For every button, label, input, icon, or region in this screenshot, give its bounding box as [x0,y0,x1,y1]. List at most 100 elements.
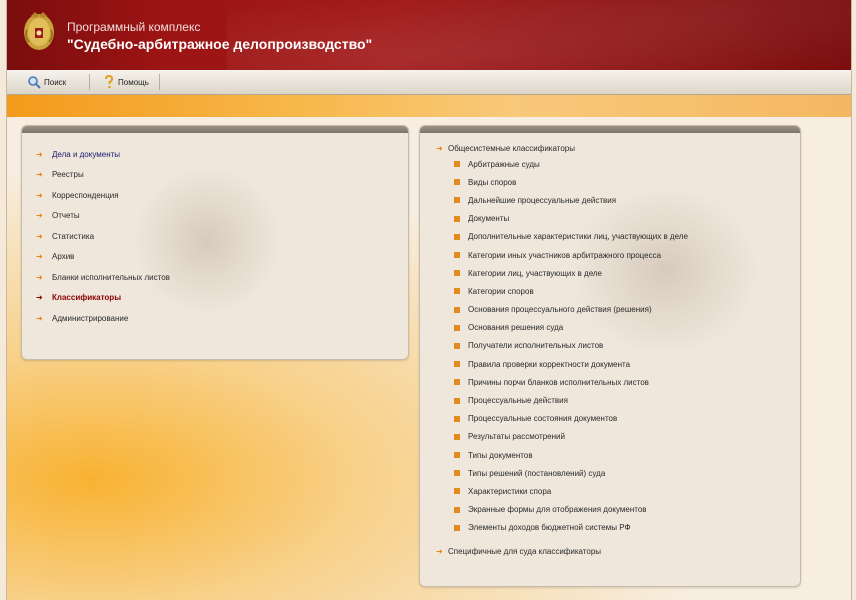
menu-item-label: Реестры [52,170,84,180]
menu-item-label: Корреспонденция [52,190,119,200]
tree-item-label: Документы [468,214,510,224]
tree-item[interactable]: Процессуальные состояния документов [454,410,688,428]
app-header: Программный комплекс "Судебно-арбитражно… [7,0,851,110]
bullet-icon [454,488,460,495]
toolbar-divider [159,74,160,90]
tree-item[interactable]: Категории лиц, участвующих в деле [454,264,688,282]
search-icon [28,76,41,89]
tree-item[interactable]: Документы [454,210,688,228]
menu-item-label: Отчеты [52,211,80,221]
tree-item-label: Дополнительные характеристики лиц, участ… [468,232,688,242]
menu-item-writ-blanks[interactable]: ➜ Бланки исполнительных листов [36,267,170,288]
tree-item[interactable]: Результаты рассмотрений [454,428,688,446]
coat-of-arms-icon [24,12,54,50]
menu-item-reports[interactable]: ➜ Отчеты [36,206,170,227]
arrow-icon: ➜ [36,313,43,323]
orange-banner [7,95,851,117]
help-button[interactable]: Помощь [103,73,149,91]
tree-item-label: Элементы доходов бюджетной системы РФ [468,523,631,533]
bullet-icon [454,506,460,513]
tree-children: Арбитражные суды Виды споров Дальнейшие … [454,155,688,537]
search-label: Поиск [44,77,67,87]
tree-item-label: Причины порчи бланков исполнительных лис… [468,377,649,387]
tree-item-label: Основания решения суда [468,323,564,333]
bullet-icon [454,361,460,368]
tree-node-court-specific-classifiers[interactable]: ➜ Специфичные для суда классификаторы [436,545,688,559]
bullet-icon [454,233,460,240]
tree-item[interactable]: Арбитражные суды [454,155,688,173]
menu-item-label: Статистика [52,231,95,241]
tree-item[interactable]: Процессуальные действия [454,391,688,409]
arrow-icon: ➜ [36,211,43,221]
bullet-icon [454,288,460,295]
bullet-icon [454,452,460,459]
bullet-icon [454,215,460,222]
search-button[interactable]: Поиск [27,73,66,91]
tree-item-label: Типы документов [468,450,533,460]
tree-item[interactable]: Характеристики спора [454,482,688,500]
tree-item[interactable]: Дальнейшие процессуальные действия [454,191,688,209]
menu-item-correspondence[interactable]: ➜ Корреспонденция [36,185,170,206]
tree-item[interactable]: Элементы доходов бюджетной системы РФ [454,519,688,537]
bullet-icon [454,397,460,404]
menu-item-statistics[interactable]: ➜ Статистика [36,226,170,247]
tree-item-label: Правила проверки корректности документа [468,359,631,369]
tree-item[interactable]: Экранные формы для отображения документо… [454,501,688,519]
bullet-icon [454,306,460,313]
bullet-icon [454,415,460,422]
bullet-icon [454,270,460,277]
menu-item-label: Классификаторы [52,293,122,303]
menu-item-classifiers[interactable]: ➜ Классификаторы [36,288,170,309]
tree-item-label: Категории споров [468,286,534,296]
tree-item[interactable]: Причины порчи бланков исполнительных лис… [454,373,688,391]
tree-item[interactable]: Основания решения суда [454,319,688,337]
arrow-icon: ➜ [36,149,43,159]
tree-item[interactable]: Основания процессуального действия (реше… [454,301,688,319]
arrow-icon: ➜ [36,190,43,200]
bullet-icon [454,470,460,477]
tree-item-label: Результаты рассмотрений [468,432,565,442]
menu-item-cases-documents[interactable]: ➜ Дела и документы [36,144,170,165]
tree-item-label: Основания процессуального действия (реше… [468,305,652,315]
menu-item-archive[interactable]: ➜ Архив [36,247,170,268]
tree-node-label: Общесистемные классификаторы [448,143,575,153]
arrow-icon: ➜ [36,170,43,180]
tree-item[interactable]: Дополнительные характеристики лиц, участ… [454,228,688,246]
tree-item[interactable]: Категории иных участников арбитражного п… [454,246,688,264]
classifiers-tree: ➜ Общесистемные классификаторы Арбитражн… [436,141,688,559]
toolbar: Поиск Помощь [7,70,851,95]
main-menu-panel: ➜ Дела и документы ➜ Реестры ➜ Корреспон… [21,125,409,360]
tree-item[interactable]: Виды споров [454,173,688,191]
tree-item[interactable]: Типы документов [454,446,688,464]
bullet-icon [454,433,460,440]
bullet-icon [454,342,460,349]
menu-item-label: Дела и документы [52,149,121,159]
header-title: "Судебно-арбитражное делопроизводство" [67,36,373,52]
bullet-icon [454,252,460,259]
tree-item-label: Виды споров [468,177,517,187]
tree-item[interactable]: Типы решений (постановлений) суда [454,464,688,482]
menu-item-administration[interactable]: ➜ Администрирование [36,308,170,329]
tree-item[interactable]: Категории споров [454,282,688,300]
menu-item-label: Администрирование [52,313,129,323]
tree-item[interactable]: Правила проверки корректности документа [454,355,688,373]
arrow-icon: ➜ [36,252,43,262]
arrow-icon: ➜ [436,547,443,557]
menu-item-label: Бланки исполнительных листов [52,272,170,282]
menu-item-label: Архив [52,252,75,262]
tree-item[interactable]: Получатели исполнительных листов [454,337,688,355]
tree-node-system-classifiers[interactable]: ➜ Общесистемные классификаторы [436,141,688,155]
tree-item-label: Арбитражные суды [468,159,540,169]
bullet-icon [454,197,460,204]
toolbar-divider [89,74,90,90]
menu-item-registers[interactable]: ➜ Реестры [36,165,170,186]
tree-item-label: Экранные формы для отображения документо… [468,505,647,515]
help-icon [105,75,114,89]
tree-item-label: Процессуальные действия [468,396,568,406]
help-label: Помощь [118,77,149,87]
bullet-icon [454,379,460,386]
panel-header-bar [22,126,408,133]
main-menu: ➜ Дела и документы ➜ Реестры ➜ Корреспон… [36,144,170,329]
arrow-icon: ➜ [36,293,43,303]
tree-item-label: Характеристики спора [468,486,552,496]
